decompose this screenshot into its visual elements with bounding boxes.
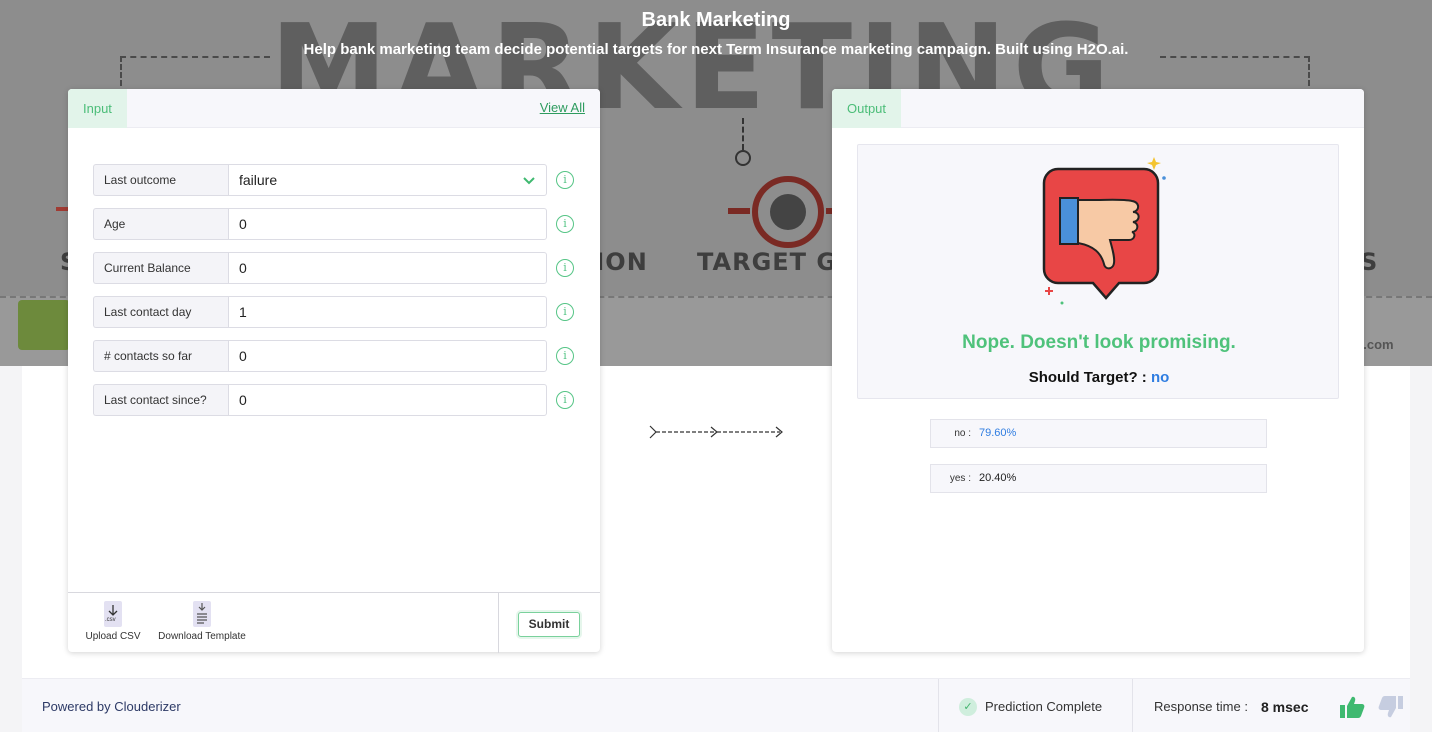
field-last-outcome: Last outcome failure i xyxy=(93,164,579,196)
tab-output[interactable]: Output xyxy=(832,89,902,128)
powered-by-text: Powered by Clouderizer xyxy=(42,699,181,714)
last-contact-since-input[interactable]: 0 xyxy=(228,384,547,416)
hero-decoration xyxy=(728,208,750,214)
csv-badge: .csv xyxy=(105,617,116,623)
input-panel: Input View All Last outcome failure i Ag… xyxy=(68,89,600,653)
probability-row-yes: yes : 20.40% xyxy=(930,464,1267,493)
hero-decoration xyxy=(1160,56,1310,86)
probability-key: yes : xyxy=(949,473,971,484)
hero-pin-icon xyxy=(735,150,751,166)
hero-decoration xyxy=(120,56,270,86)
download-template-label: Download Template xyxy=(158,631,246,642)
should-target-label: Should Target? : xyxy=(1028,369,1147,386)
field-last-contact-day: Last contact day 1 i xyxy=(93,296,579,328)
check-icon: ✓ xyxy=(959,698,977,716)
age-input[interactable]: 0 xyxy=(228,208,547,240)
current-balance-input[interactable]: 0 xyxy=(228,252,547,284)
response-time-value: 8 msec xyxy=(1261,699,1309,715)
footer-divider xyxy=(498,593,499,653)
probability-key: no : xyxy=(954,428,971,439)
should-target-line: Should Target? : no xyxy=(858,369,1340,386)
last-contact-day-input[interactable]: 1 xyxy=(228,296,547,328)
field-label: Last outcome xyxy=(93,164,228,196)
document-lines-icon xyxy=(197,603,207,624)
view-all-link[interactable]: View All xyxy=(540,100,585,115)
input-panel-header: Input View All xyxy=(68,89,600,128)
footer-divider xyxy=(938,679,939,732)
thumbs-up-icon[interactable] xyxy=(1339,695,1365,719)
probability-value: 79.60% xyxy=(979,427,1017,439)
footer-divider xyxy=(1132,679,1133,732)
csv-file-icon: .csv xyxy=(104,601,122,627)
submit-button[interactable]: Submit xyxy=(518,612,580,637)
download-arrow-icon xyxy=(108,605,118,616)
field-label: Last contact day xyxy=(93,296,228,328)
thumbs-down-illustration-icon xyxy=(1042,157,1166,305)
flow-arrow-icon xyxy=(649,425,783,439)
page-title: Bank Marketing xyxy=(641,9,791,31)
info-icon[interactable]: i xyxy=(556,171,574,189)
field-last-contact-since: Last contact since? 0 i xyxy=(93,384,579,416)
info-icon[interactable]: i xyxy=(556,391,574,409)
probability-row-no: no : 79.60% xyxy=(930,419,1267,448)
output-panel-header: Output xyxy=(832,89,1364,128)
upload-csv-button[interactable]: .csv Upload CSV xyxy=(83,601,143,642)
last-outcome-select[interactable]: failure xyxy=(228,164,547,196)
footer-bar: Powered by Clouderizer ✓ Prediction Comp… xyxy=(22,678,1410,732)
person-icon xyxy=(770,194,806,230)
field-contacts-so-far: # contacts so far 0 i xyxy=(93,340,579,372)
info-icon[interactable]: i xyxy=(556,215,574,233)
chevron-down-icon xyxy=(523,177,535,185)
tab-input[interactable]: Input xyxy=(68,89,127,128)
output-panel: Output Nope. Doesn't look promising. Sho… xyxy=(832,89,1364,652)
field-label: Age xyxy=(93,208,228,240)
info-icon[interactable]: i xyxy=(556,347,574,365)
info-icon[interactable]: i xyxy=(556,259,574,277)
page-subtitle: Help bank marketing team decide potentia… xyxy=(303,41,1129,58)
thumbs-down-icon[interactable] xyxy=(1378,695,1404,719)
select-value: failure xyxy=(239,172,278,188)
field-label: # contacts so far xyxy=(93,340,228,372)
should-target-value: no xyxy=(1150,369,1170,386)
info-icon[interactable]: i xyxy=(556,303,574,321)
input-panel-footer: .csv Upload CSV Download Template Submit xyxy=(68,592,600,653)
probability-value: 20.40% xyxy=(979,472,1017,484)
field-label: Last contact since? xyxy=(93,384,228,416)
field-age: Age 0 i xyxy=(93,208,579,240)
result-message: Nope. Doesn't look promising. xyxy=(962,332,1236,353)
upload-csv-label: Upload CSV xyxy=(85,631,141,642)
response-time-label: Response time : xyxy=(1154,699,1248,714)
hero-decoration xyxy=(742,118,744,150)
contacts-so-far-input[interactable]: 0 xyxy=(228,340,547,372)
hero-logo xyxy=(18,300,70,350)
field-label: Current Balance xyxy=(93,252,228,284)
prediction-status: Prediction Complete xyxy=(985,699,1103,714)
field-current-balance: Current Balance 0 i xyxy=(93,252,579,284)
download-template-button[interactable]: Download Template xyxy=(151,601,253,642)
template-file-icon xyxy=(193,601,211,627)
result-box: Nope. Doesn't look promising. Should Tar… xyxy=(857,144,1339,399)
